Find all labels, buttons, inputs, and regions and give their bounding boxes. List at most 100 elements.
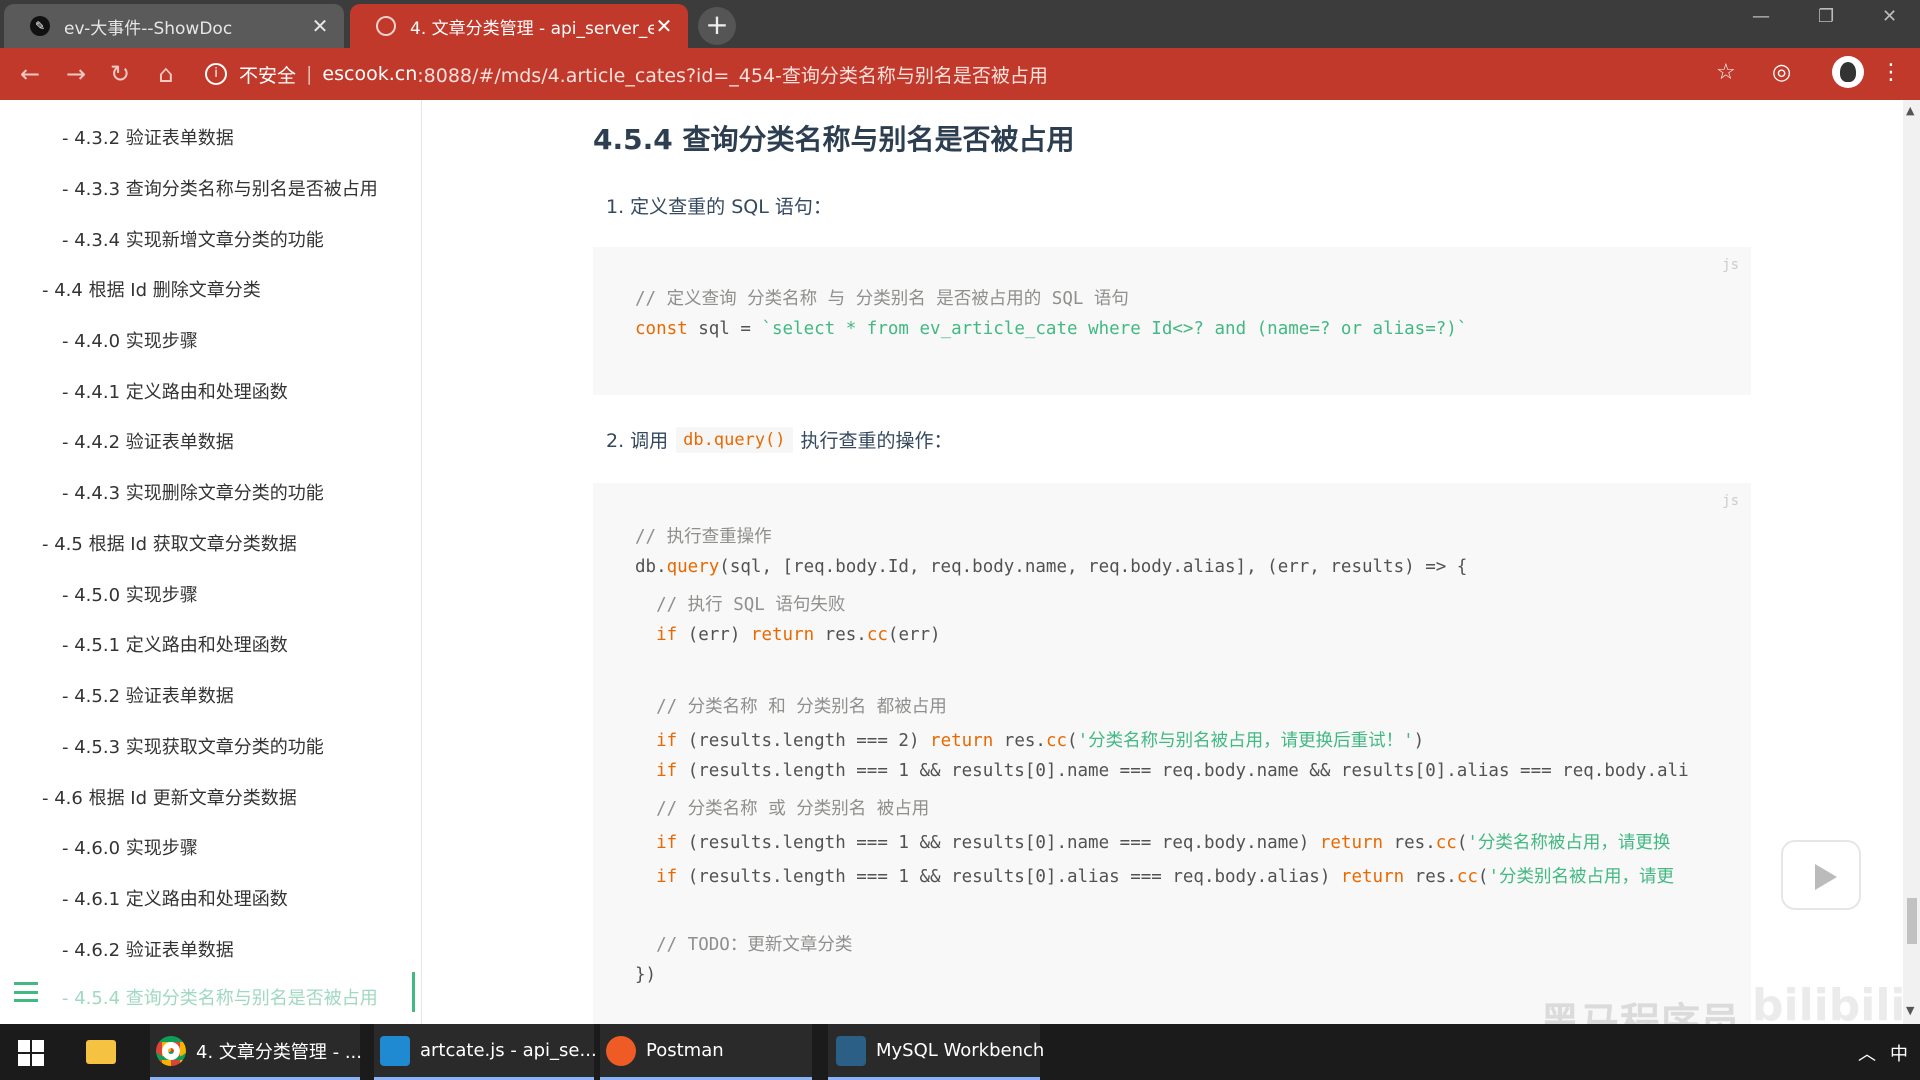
code-line: // TODO：更新文章分类 [635,935,853,955]
inline-code: db.query() [676,426,793,453]
home-icon[interactable]: ⌂ [152,60,180,88]
code-line: // 执行 SQL 语句失败 [635,595,846,615]
section-heading: 4.5.4 查询分类名称与别名是否被占用 [593,123,1075,156]
code-block-query: js // 执行查重操作 db.query(sql, [req.body.Id, … [593,483,1751,1024]
toc-item-4-4[interactable]: - 4.4 根据 Id 删除文章分类 [42,276,261,302]
toc-item-4-3-4[interactable]: - 4.3.4 实现新增文章分类的功能 [62,226,324,252]
postman-icon [606,1035,636,1066]
toc-item-4-3-2[interactable]: - 4.3.2 验证表单数据 [62,124,234,150]
security-label: 不安全 [239,64,297,87]
folder-icon [86,1040,116,1064]
toc-item-4-6-2[interactable]: - 4.6.2 验证表单数据 [62,936,234,962]
toc-item-4-5-0[interactable]: - 4.5.0 实现步骤 [62,581,198,607]
close-window-icon[interactable]: ✕ [1882,6,1897,27]
toc-item-4-4-3[interactable]: - 4.4.3 实现删除文章分类的功能 [62,479,324,505]
taskbar-item-label: MySQL Workbench [876,1040,1045,1061]
code-line: if (err) return res.cc(err) [656,625,941,645]
toc-item-4-5-3[interactable]: - 4.5.3 实现获取文章分类的功能 [62,733,324,759]
url-path: :8088/#/mds/4.article_cates?id=_454-查询分类… [417,64,1048,87]
taskbar-item-mysql-workbench[interactable]: MySQL Workbench [828,1024,1044,1080]
active-indicator [412,972,415,1012]
code-text: sql = [687,319,762,339]
close-tab-icon[interactable]: ✕ [310,14,330,38]
code-line: if (results.length === 1 && results[0].a… [656,867,1674,887]
toc-item-4-4-2[interactable]: - 4.4.2 验证表单数据 [62,428,234,454]
menu-dots-icon[interactable]: ⋮ [1880,60,1902,85]
tab-title: 4. 文章分类管理 - api_server_ev [410,18,654,39]
toc-item-4-5-2[interactable]: - 4.5.2 验证表单数据 [62,682,234,708]
taskbar-item-chrome[interactable]: 4. 文章分类管理 - ... [150,1024,362,1080]
info-icon[interactable]: i [205,63,227,85]
step-1-label: 1. 定义查重的 SQL 语句： [606,196,832,218]
step-2-suffix: 执行查重的操作： [800,430,953,452]
toc-item-4-4-0[interactable]: - 4.4.0 实现步骤 [62,327,198,353]
minimize-icon[interactable]: — [1752,6,1770,27]
code-line: if (results.length === 1 && results[0].n… [656,833,1671,853]
code-line: }) [635,965,657,985]
windows-start-icon[interactable] [18,1040,44,1066]
vscode-icon [380,1035,410,1066]
profile-avatar[interactable] [1832,56,1864,88]
step-1-text: 1. 定义查重的 SQL 语句： [606,192,832,219]
toc-sidebar: - 4.3.2 验证表单数据 - 4.3.3 查询分类名称与别名是否被占用 - … [0,100,422,1024]
toc-item-4-3-3[interactable]: - 4.3.3 查询分类名称与别名是否被占用 [62,175,378,201]
hamburger-menu-icon[interactable] [14,982,38,1002]
omnibox-divider: | [306,63,313,85]
code-line: db.query(sql, [req.body.Id, req.body.nam… [635,557,1468,577]
browser-toolbar: ← → ↻ ⌂ i 不安全 | escook.cn :8088/#/mds/4.… [0,48,1920,100]
url-host: escook.cn [322,63,418,85]
ime-indicator[interactable]: 中 [1890,1040,1908,1066]
sidebar-footer: - 4.5.4 查询分类名称与别名是否被占用 [0,960,422,1024]
code-block-sql: js // 定义查询 分类名称 与 分类别名 是否被占用的 SQL 语句 con… [593,247,1751,395]
code-comment: // 定义查询 分类名称 与 分类别名 是否被占用的 SQL 语句 [635,289,1129,309]
new-tab-button[interactable]: + [698,7,736,45]
tab-title: ev-大事件--ShowDoc [64,18,233,39]
current-section-label[interactable]: - 4.5.4 查询分类名称与别名是否被占用 [62,984,378,1010]
code-keyword: const [635,319,688,339]
extension-icon[interactable]: ◎ [1772,60,1791,85]
video-play-button[interactable] [1781,840,1861,910]
page-scrollbar[interactable]: ▲ ▼ [1903,100,1920,1024]
code-line: if (results.length === 1 && results[0].n… [656,761,1689,781]
toc-item-4-4-1[interactable]: - 4.4.1 定义路由和处理函数 [62,378,288,404]
address-bar[interactable]: i 不安全 | escook.cn :8088/#/mds/4.article_… [205,56,1740,92]
windows-taskbar: 4. 文章分类管理 - ... artcate.js - api_se... P… [0,1024,1920,1080]
code-string: `select * from ev_article_cate where Id<… [761,319,1468,339]
taskbar-item-postman[interactable]: Postman [600,1024,812,1080]
code-line: // 分类名称 或 分类别名 被占用 [635,799,930,819]
taskbar-item-label: Postman [646,1040,724,1061]
toc-item-4-5[interactable]: - 4.5 根据 Id 获取文章分类数据 [42,530,297,556]
restore-icon[interactable]: ❐ [1818,6,1834,27]
file-explorer-button[interactable] [86,1024,126,1080]
toc-item-4-5-1[interactable]: - 4.5.1 定义路由和处理函数 [62,631,288,657]
scroll-up-icon[interactable]: ▲ [1906,104,1914,117]
mysql-workbench-icon [836,1035,866,1066]
tray-chevron-icon[interactable]: ︿ [1858,1040,1876,1066]
tab-article-cates[interactable]: 4. 文章分类管理 - api_server_ev ✕ [350,4,688,48]
taskbar-item-label: artcate.js - api_se... [420,1040,597,1061]
browser-tab-strip: ✎ ev-大事件--ShowDoc ✕ 4. 文章分类管理 - api_serv… [0,0,1920,48]
chrome-icon [156,1035,186,1066]
code-line: const sql = `select * from ev_article_ca… [635,319,1467,339]
toc-item-4-6-0[interactable]: - 4.6.0 实现步骤 [62,834,198,860]
reload-icon[interactable]: ↻ [106,60,134,88]
code-line: // 执行查重操作 [635,527,772,547]
forward-icon[interactable]: → [62,60,90,88]
taskbar-item-label: 4. 文章分类管理 - ... [196,1041,362,1063]
code-line: if (results.length === 2) return res.cc(… [656,731,1425,751]
scroll-down-icon[interactable]: ▼ [1906,1004,1914,1017]
showdoc-favicon-icon: ✎ [30,16,50,36]
toc-item-4-6[interactable]: - 4.6 根据 Id 更新文章分类数据 [42,784,297,810]
bookmark-star-icon[interactable]: ☆ [1716,60,1736,85]
step-2-prefix: 2. 调用 [606,430,669,452]
step-2-text: 2. 调用 db.query() 执行查重的操作： [606,426,953,453]
tab-showdoc[interactable]: ✎ ev-大事件--ShowDoc ✕ [4,4,344,48]
globe-favicon-icon [376,16,396,36]
back-icon[interactable]: ← [16,60,44,88]
code-lang-label: js [1722,493,1739,509]
toc-item-4-6-1[interactable]: - 4.6.1 定义路由和处理函数 [62,885,288,911]
taskbar-item-vscode[interactable]: artcate.js - api_se... [374,1024,597,1080]
code-line: // 分类名称 和 分类别名 都被占用 [635,697,947,717]
scroll-thumb[interactable] [1907,898,1917,944]
close-tab-icon[interactable]: ✕ [654,14,674,38]
